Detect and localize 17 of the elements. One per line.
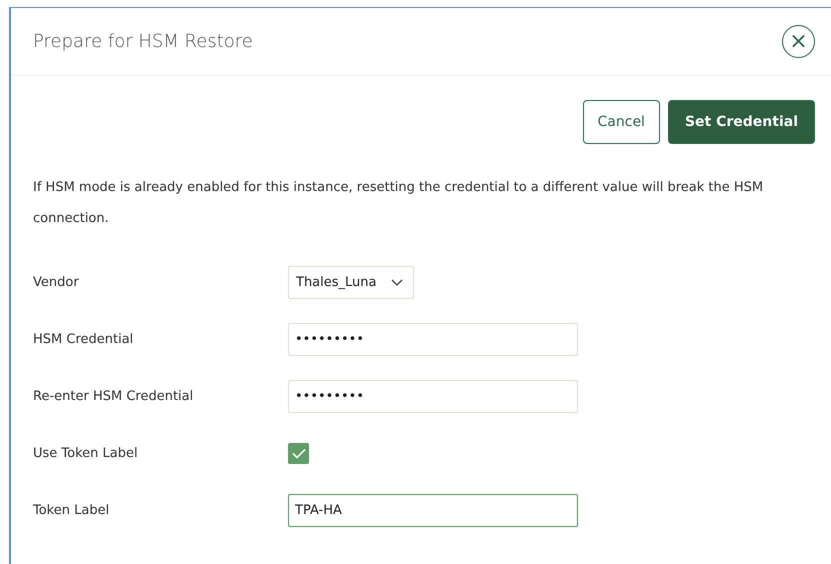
checkmark-icon bbox=[292, 448, 306, 459]
password-field[interactable]: ••••••••• bbox=[288, 323, 578, 356]
text-field[interactable]: TPA-HA bbox=[288, 494, 578, 527]
checkbox[interactable] bbox=[288, 443, 309, 464]
field-label: Re-enter HSM Credential bbox=[33, 388, 194, 406]
chevron-down-icon bbox=[390, 278, 402, 286]
dialog-title: Prepare for HSM Restore bbox=[33, 30, 253, 54]
password-field[interactable]: ••••••••• bbox=[288, 380, 578, 413]
field-label: Use Token Label bbox=[33, 444, 139, 463]
warning-message: If HSM mode is already enabled for this instance, resetting the credential to a different value will break the HSM connection. bbox=[32, 179, 764, 228]
field-label: Vendor bbox=[33, 274, 80, 292]
cancel-button[interactable]: Cancel bbox=[582, 100, 660, 144]
field-label: Token Label bbox=[33, 502, 110, 520]
vendor-dropdown[interactable]: Thales_Luna bbox=[288, 266, 414, 299]
set-credential-button[interactable]: Set Credential bbox=[668, 100, 815, 144]
close-button[interactable]: × bbox=[782, 25, 815, 58]
field-label: HSM Credential bbox=[33, 330, 134, 349]
